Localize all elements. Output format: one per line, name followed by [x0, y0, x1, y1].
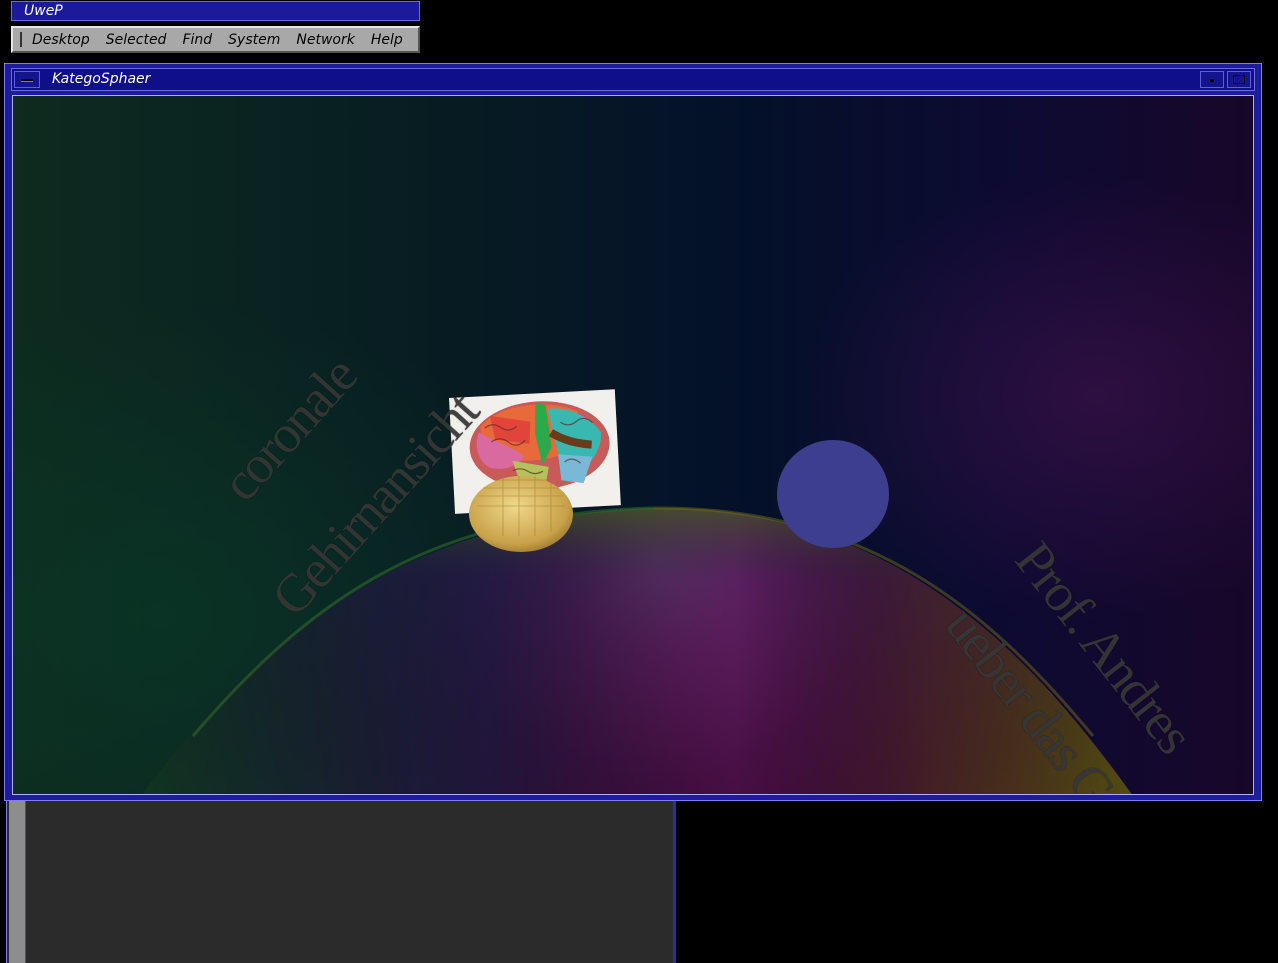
menu-desktop[interactable]: Desktop: [32, 32, 90, 48]
vertical-scrollbar[interactable]: [9, 801, 26, 963]
scene-viewport[interactable]: coronale Gehirnansicht Prof. Andres uebe…: [12, 95, 1254, 795]
window-title-bar[interactable]: KategoSphaer: [11, 68, 1255, 91]
toolchest-menu-bar: Desktop Selected Find System Network Hel…: [11, 26, 420, 53]
window-menu-button[interactable]: [14, 71, 40, 88]
scene-graphics: [142, 389, 1132, 794]
blue-sphere[interactable]: [777, 440, 889, 548]
minimize-button[interactable]: [1200, 71, 1224, 88]
background-window-panel: [6, 801, 676, 963]
maximize-icon: [1233, 75, 1245, 84]
menu-network[interactable]: Network: [296, 32, 354, 48]
minimize-icon: [1210, 79, 1214, 82]
window-menu-icon: [21, 79, 33, 81]
menu-help[interactable]: Help: [371, 32, 403, 48]
menu-selected[interactable]: Selected: [106, 32, 167, 48]
toolchest-title: UweP: [24, 3, 63, 19]
maximize-button[interactable]: [1227, 71, 1251, 88]
menu-find[interactable]: Find: [182, 32, 212, 48]
kategosphaer-window: KategoSphaer coronale Gehirnansicht Prof…: [4, 63, 1262, 801]
window-title: KategoSphaer: [52, 71, 151, 87]
menu-system[interactable]: System: [228, 32, 280, 48]
toolchest-title-bar[interactable]: UweP: [11, 1, 420, 21]
toolchest-handle-icon[interactable]: [20, 32, 22, 47]
